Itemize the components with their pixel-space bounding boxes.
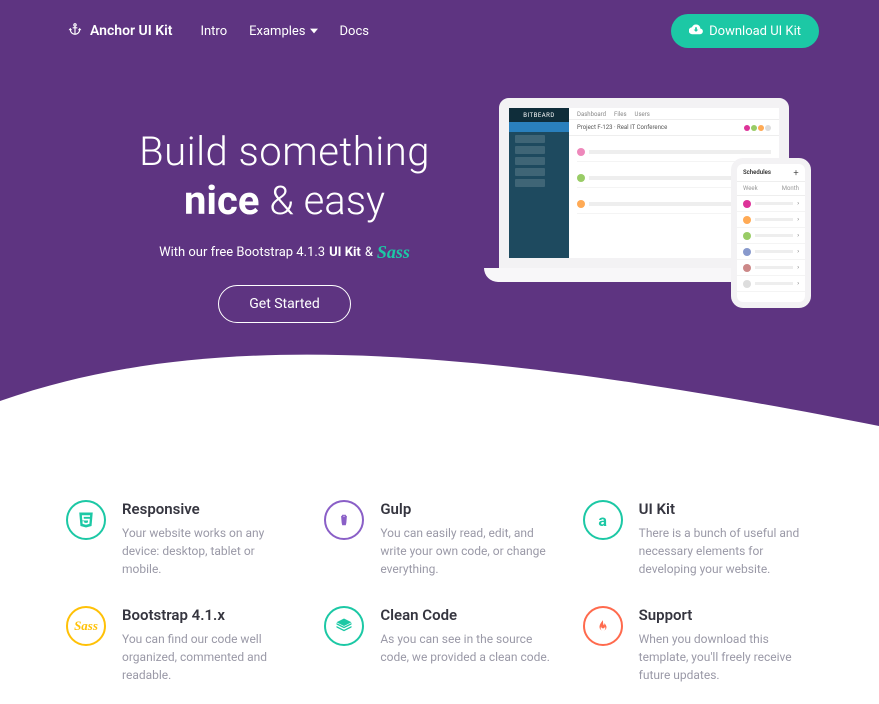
feature-desc: You can find our code well organized, co… — [122, 630, 296, 684]
feature-title: UI Kit — [639, 500, 813, 518]
feature-desc: As you can see in the source code, we pr… — [380, 630, 554, 666]
hero-section: Anchor UI Kit Intro Examples Docs Downlo… — [0, 0, 879, 440]
hero-text: Build something nice & easy With our fre… — [100, 98, 469, 323]
mock-breadcrumb-text: Project F-123 · Real IT Conference — [577, 124, 667, 131]
navbar: Anchor UI Kit Intro Examples Docs Downlo… — [0, 0, 879, 58]
phone-mockup: Schedules ＋ Week Month › › › › › › — [731, 158, 811, 308]
feature-title: Responsive — [122, 500, 296, 518]
feature-title: Bootstrap 4.1.x — [122, 606, 296, 624]
features-grid: Responsive Your website works on any dev… — [0, 440, 879, 704]
phone-sub-month: Month — [782, 185, 799, 192]
wave-divider — [0, 331, 879, 440]
brand[interactable]: Anchor UI Kit — [68, 22, 172, 40]
hero-subtitle: With our free Bootstrap 4.1.3 UI Kit & S… — [100, 242, 469, 263]
fire-icon — [583, 606, 623, 646]
feature-title: Clean Code — [380, 606, 554, 624]
html5-icon — [66, 500, 106, 540]
nav-examples[interactable]: Examples — [249, 24, 317, 39]
feature-title: Support — [639, 606, 813, 624]
brand-text: Anchor UI Kit — [90, 23, 172, 39]
phone-row: › — [737, 260, 805, 276]
phone-sub-week: Week — [743, 185, 758, 192]
hero-content: Build something nice & easy With our fre… — [0, 58, 879, 323]
feature-desc: Your website works on any device: deskto… — [122, 524, 296, 578]
mock-sidebar: BITBEARD — [509, 108, 569, 258]
plus-icon: ＋ — [793, 168, 799, 177]
feature-desc: When you download this template, you'll … — [639, 630, 813, 684]
hero-sub-amp: & — [365, 245, 373, 260]
mock-breadcrumb: Project F-123 · Real IT Conference — [569, 120, 779, 136]
hero-illustration: BITBEARD DashboardFilesUsers Proj — [499, 98, 819, 318]
phone-row: › — [737, 244, 805, 260]
feature-cleancode: Clean Code As you can see in the source … — [324, 606, 554, 684]
mock-tabs: DashboardFilesUsers — [569, 108, 779, 120]
feature-desc: There is a bunch of useful and necessary… — [639, 524, 813, 578]
feature-text: Responsive Your website works on any dev… — [122, 500, 296, 578]
hero-title-line2: nice & easy — [100, 177, 469, 224]
amazon-a-icon: a — [583, 500, 623, 540]
anchor-icon — [68, 22, 82, 40]
feature-text: UI Kit There is a bunch of useful and ne… — [639, 500, 813, 578]
feature-responsive: Responsive Your website works on any dev… — [66, 500, 296, 578]
feature-support: Support When you download this template,… — [583, 606, 813, 684]
feature-title: Gulp — [380, 500, 554, 518]
feature-bootstrap: Sass Bootstrap 4.1.x You can find our co… — [66, 606, 296, 684]
phone-row: › — [737, 196, 805, 212]
nav-links: Intro Examples Docs — [200, 24, 369, 39]
hero-sub-prefix: With our free Bootstrap 4.1.3 — [159, 245, 325, 260]
nav-docs[interactable]: Docs — [340, 24, 369, 39]
mock-menu-item — [515, 157, 545, 165]
nav-intro[interactable]: Intro — [200, 24, 227, 39]
feature-desc: You can easily read, edit, and write you… — [380, 524, 554, 578]
feature-text: Gulp You can easily read, edit, and writ… — [380, 500, 554, 578]
hero-title-line1: Build something — [100, 128, 469, 175]
download-button[interactable]: Download UI Kit — [671, 14, 819, 48]
hero-sub-bold: UI Kit — [329, 245, 361, 260]
phone-subtabs: Week Month — [737, 182, 805, 196]
feature-text: Bootstrap 4.1.x You can find our code we… — [122, 606, 296, 684]
sass-icon: Sass — [66, 606, 106, 646]
mock-menu-active — [509, 122, 569, 132]
mock-menu-item — [515, 168, 545, 176]
hero-title-bold: nice — [184, 177, 259, 224]
mock-menu-item — [515, 179, 545, 187]
get-started-button[interactable]: Get Started — [218, 285, 351, 323]
mock-menu-item — [515, 135, 545, 143]
hero-title-rest: & easy — [259, 177, 385, 224]
layers-icon — [324, 606, 364, 646]
feature-text: Clean Code As you can see in the source … — [380, 606, 554, 684]
nav-examples-label: Examples — [249, 24, 305, 39]
feature-text: Support When you download this template,… — [639, 606, 813, 684]
feature-gulp: Gulp You can easily read, edit, and writ… — [324, 500, 554, 578]
phone-row: › — [737, 212, 805, 228]
feature-uikit: a UI Kit There is a bunch of useful and … — [583, 500, 813, 578]
mock-avatar-group — [744, 125, 771, 131]
download-label: Download UI Kit — [709, 24, 801, 39]
phone-title-text: Schedules — [743, 169, 771, 176]
mock-logo: BITBEARD — [509, 108, 569, 122]
sass-logo-text: Sass — [377, 242, 410, 263]
chevron-down-icon — [310, 24, 318, 39]
phone-row: › — [737, 228, 805, 244]
mock-menu-item — [515, 146, 545, 154]
phone-title: Schedules ＋ — [737, 164, 805, 182]
phone-row: › — [737, 276, 805, 292]
cloud-download-icon — [689, 22, 703, 40]
gulp-icon — [324, 500, 364, 540]
